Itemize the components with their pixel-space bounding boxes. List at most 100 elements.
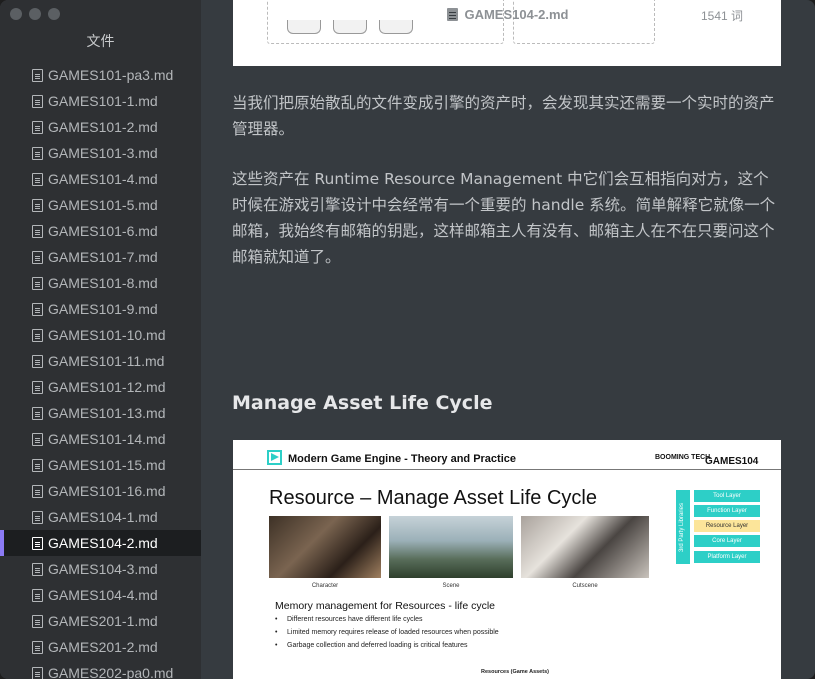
file-label: GAMES101-2.md	[48, 119, 158, 135]
sidebar-file-item[interactable]: GAMES202-pa0.md	[0, 660, 201, 679]
sidebar-file-item[interactable]: GAMES101-16.md	[0, 478, 201, 504]
word-count[interactable]: 1541 词	[701, 7, 743, 24]
file-icon	[32, 666, 43, 679]
minimize-window-button[interactable]	[29, 8, 41, 20]
layer-box-platform: Platform Layer	[694, 551, 760, 563]
sidebar-file-item[interactable]: GAMES101-15.md	[0, 452, 201, 478]
file-icon	[32, 640, 43, 654]
file-icon	[32, 536, 43, 550]
file-label: GAMES202-pa0.md	[48, 665, 174, 679]
app-window: 文件 GAMES101-pa3.md GAMES101-1.md GAMES101-…	[0, 0, 815, 679]
file-label: GAMES101-7.md	[48, 249, 158, 265]
file-label: GAMES101-11.md	[48, 353, 165, 369]
file-label: GAMES101-3.md	[48, 145, 158, 161]
file-label: GAMES101-16.md	[48, 483, 166, 499]
file-label: GAMES104-3.md	[48, 561, 158, 577]
sidebar-file-item[interactable]: GAMES101-pa3.md	[0, 62, 201, 88]
sidebar-file-item[interactable]: GAMES101-5.md	[0, 192, 201, 218]
file-icon	[32, 276, 43, 290]
sidebar-file-item[interactable]: GAMES101-8.md	[0, 270, 201, 296]
file-label: GAMES101-13.md	[48, 405, 166, 421]
file-label: GAMES101-12.md	[48, 379, 166, 395]
sidebar-file-item[interactable]: GAMES101-11.md	[0, 348, 201, 374]
sidebar-file-item[interactable]: GAMES101-7.md	[0, 244, 201, 270]
file-label: GAMES101-14.md	[48, 431, 166, 447]
sidebar-file-item[interactable]: GAMES101-10.md	[0, 322, 201, 348]
slide-subtitle: Memory management for Resources - life c…	[275, 600, 495, 612]
document-icon	[447, 7, 459, 21]
slide-title: Resource – Manage Asset Life Cycle	[269, 487, 597, 509]
slide-brand: Modern Game Engine - Theory and Practice	[288, 453, 516, 465]
file-icon	[32, 120, 43, 134]
sidebar-file-item[interactable]: GAMES101-2.md	[0, 114, 201, 140]
photo-caption: Scene	[442, 583, 460, 589]
file-icon	[32, 614, 43, 628]
file-label: GAMES104-1.md	[48, 509, 158, 525]
file-icon	[32, 380, 43, 394]
window-controls	[10, 8, 60, 20]
lecture-slide-image: Modern Game Engine - Theory and Practice…	[233, 440, 781, 679]
file-icon	[32, 354, 43, 368]
file-label: GAMES104-4.md	[48, 587, 158, 603]
booming-tech-logo: BOOMING TECH	[655, 454, 711, 461]
editor-content[interactable]: 当我们把原始散乱的文件变成引擎的资产时，会发现其实还需要一个实时的资产管理器。 …	[201, 0, 815, 679]
play-logo-icon	[267, 450, 282, 465]
file-icon	[32, 146, 43, 160]
section-heading: Manage Asset Life Cycle	[232, 392, 493, 414]
file-label: GAMES201-2.md	[48, 639, 158, 655]
slide-header: Modern Game Engine - Theory and Practice…	[233, 440, 781, 470]
file-icon	[32, 198, 43, 212]
sidebar-file-item[interactable]: GAMES101-12.md	[0, 374, 201, 400]
sidebar: 文件 GAMES101-pa3.md GAMES101-1.md GAMES101-…	[0, 0, 201, 679]
sidebar-file-item[interactable]: GAMES101-9.md	[0, 296, 201, 322]
sidebar-file-item[interactable]: GAMES101-14.md	[0, 426, 201, 452]
file-icon	[32, 94, 43, 108]
paragraph: 当我们把原始散乱的文件变成引擎的资产时，会发现其实还需要一个实时的资产管理器。	[232, 94, 775, 138]
sidebar-file-item[interactable]: GAMES201-2.md	[0, 634, 201, 660]
sidebar-file-item[interactable]: GAMES101-13.md	[0, 400, 201, 426]
file-label: GAMES101-4.md	[48, 171, 158, 187]
layer-box-core: Core Layer	[694, 535, 760, 547]
sidebar-file-item[interactable]: GAMES104-2.md	[0, 530, 201, 556]
layer-box-function: Function Layer	[694, 505, 760, 517]
sidebar-file-item[interactable]: GAMES101-3.md	[0, 140, 201, 166]
photo-caption: Cutscene	[572, 583, 598, 589]
sidebar-file-item[interactable]: GAMES101-1.md	[0, 88, 201, 114]
sidebar-file-item[interactable]: GAMES101-6.md	[0, 218, 201, 244]
file-label: GAMES101-6.md	[48, 223, 158, 239]
games104-logo: GAMES104	[705, 456, 759, 467]
file-icon	[32, 562, 43, 576]
file-icon	[32, 406, 43, 420]
sidebar-file-item[interactable]: GAMES104-3.md	[0, 556, 201, 582]
layer-box-resource: Resource Layer	[694, 520, 760, 532]
sidebar-file-item[interactable]: GAMES201-1.md	[0, 608, 201, 634]
bullet-item: Garbage collection and deferred loading …	[275, 642, 499, 655]
zoom-window-button[interactable]	[48, 8, 60, 20]
file-icon	[32, 458, 43, 472]
close-window-button[interactable]	[10, 8, 22, 20]
bracket-label: 3rd Party Libraries	[679, 502, 685, 552]
file-label: GAMES101-5.md	[48, 197, 158, 213]
file-label: GAMES101-9.md	[48, 301, 158, 317]
paragraph: 这些资产在 Runtime Resource Management 中它们会互相…	[232, 170, 776, 266]
cutscene-photo	[521, 516, 649, 578]
layer-box-tool: Tool Layer	[694, 490, 760, 502]
scene-photo	[389, 516, 513, 578]
sidebar-file-item[interactable]: GAMES104-4.md	[0, 582, 201, 608]
file-icon	[32, 250, 43, 264]
sidebar-file-item[interactable]: GAMES104-1.md	[0, 504, 201, 530]
bullet-item: Limited memory requires release of loade…	[275, 629, 499, 642]
file-label: GAMES201-1.md	[48, 613, 158, 629]
file-icon	[32, 302, 43, 316]
slide-bullets: Different resources have different life …	[275, 616, 499, 655]
file-icon	[32, 224, 43, 238]
sidebar-title: 文件	[86, 33, 115, 49]
file-icon	[32, 510, 43, 524]
file-icon	[32, 484, 43, 498]
sidebar-file-item[interactable]: GAMES101-4.md	[0, 166, 201, 192]
file-list: GAMES101-pa3.md GAMES101-1.md GAMES101-2.m…	[0, 62, 201, 679]
file-label: GAMES101-10.md	[48, 327, 166, 343]
file-icon	[32, 588, 43, 602]
file-label: GAMES101-1.md	[48, 93, 158, 109]
bullet-item: Different resources have different life …	[275, 616, 499, 629]
